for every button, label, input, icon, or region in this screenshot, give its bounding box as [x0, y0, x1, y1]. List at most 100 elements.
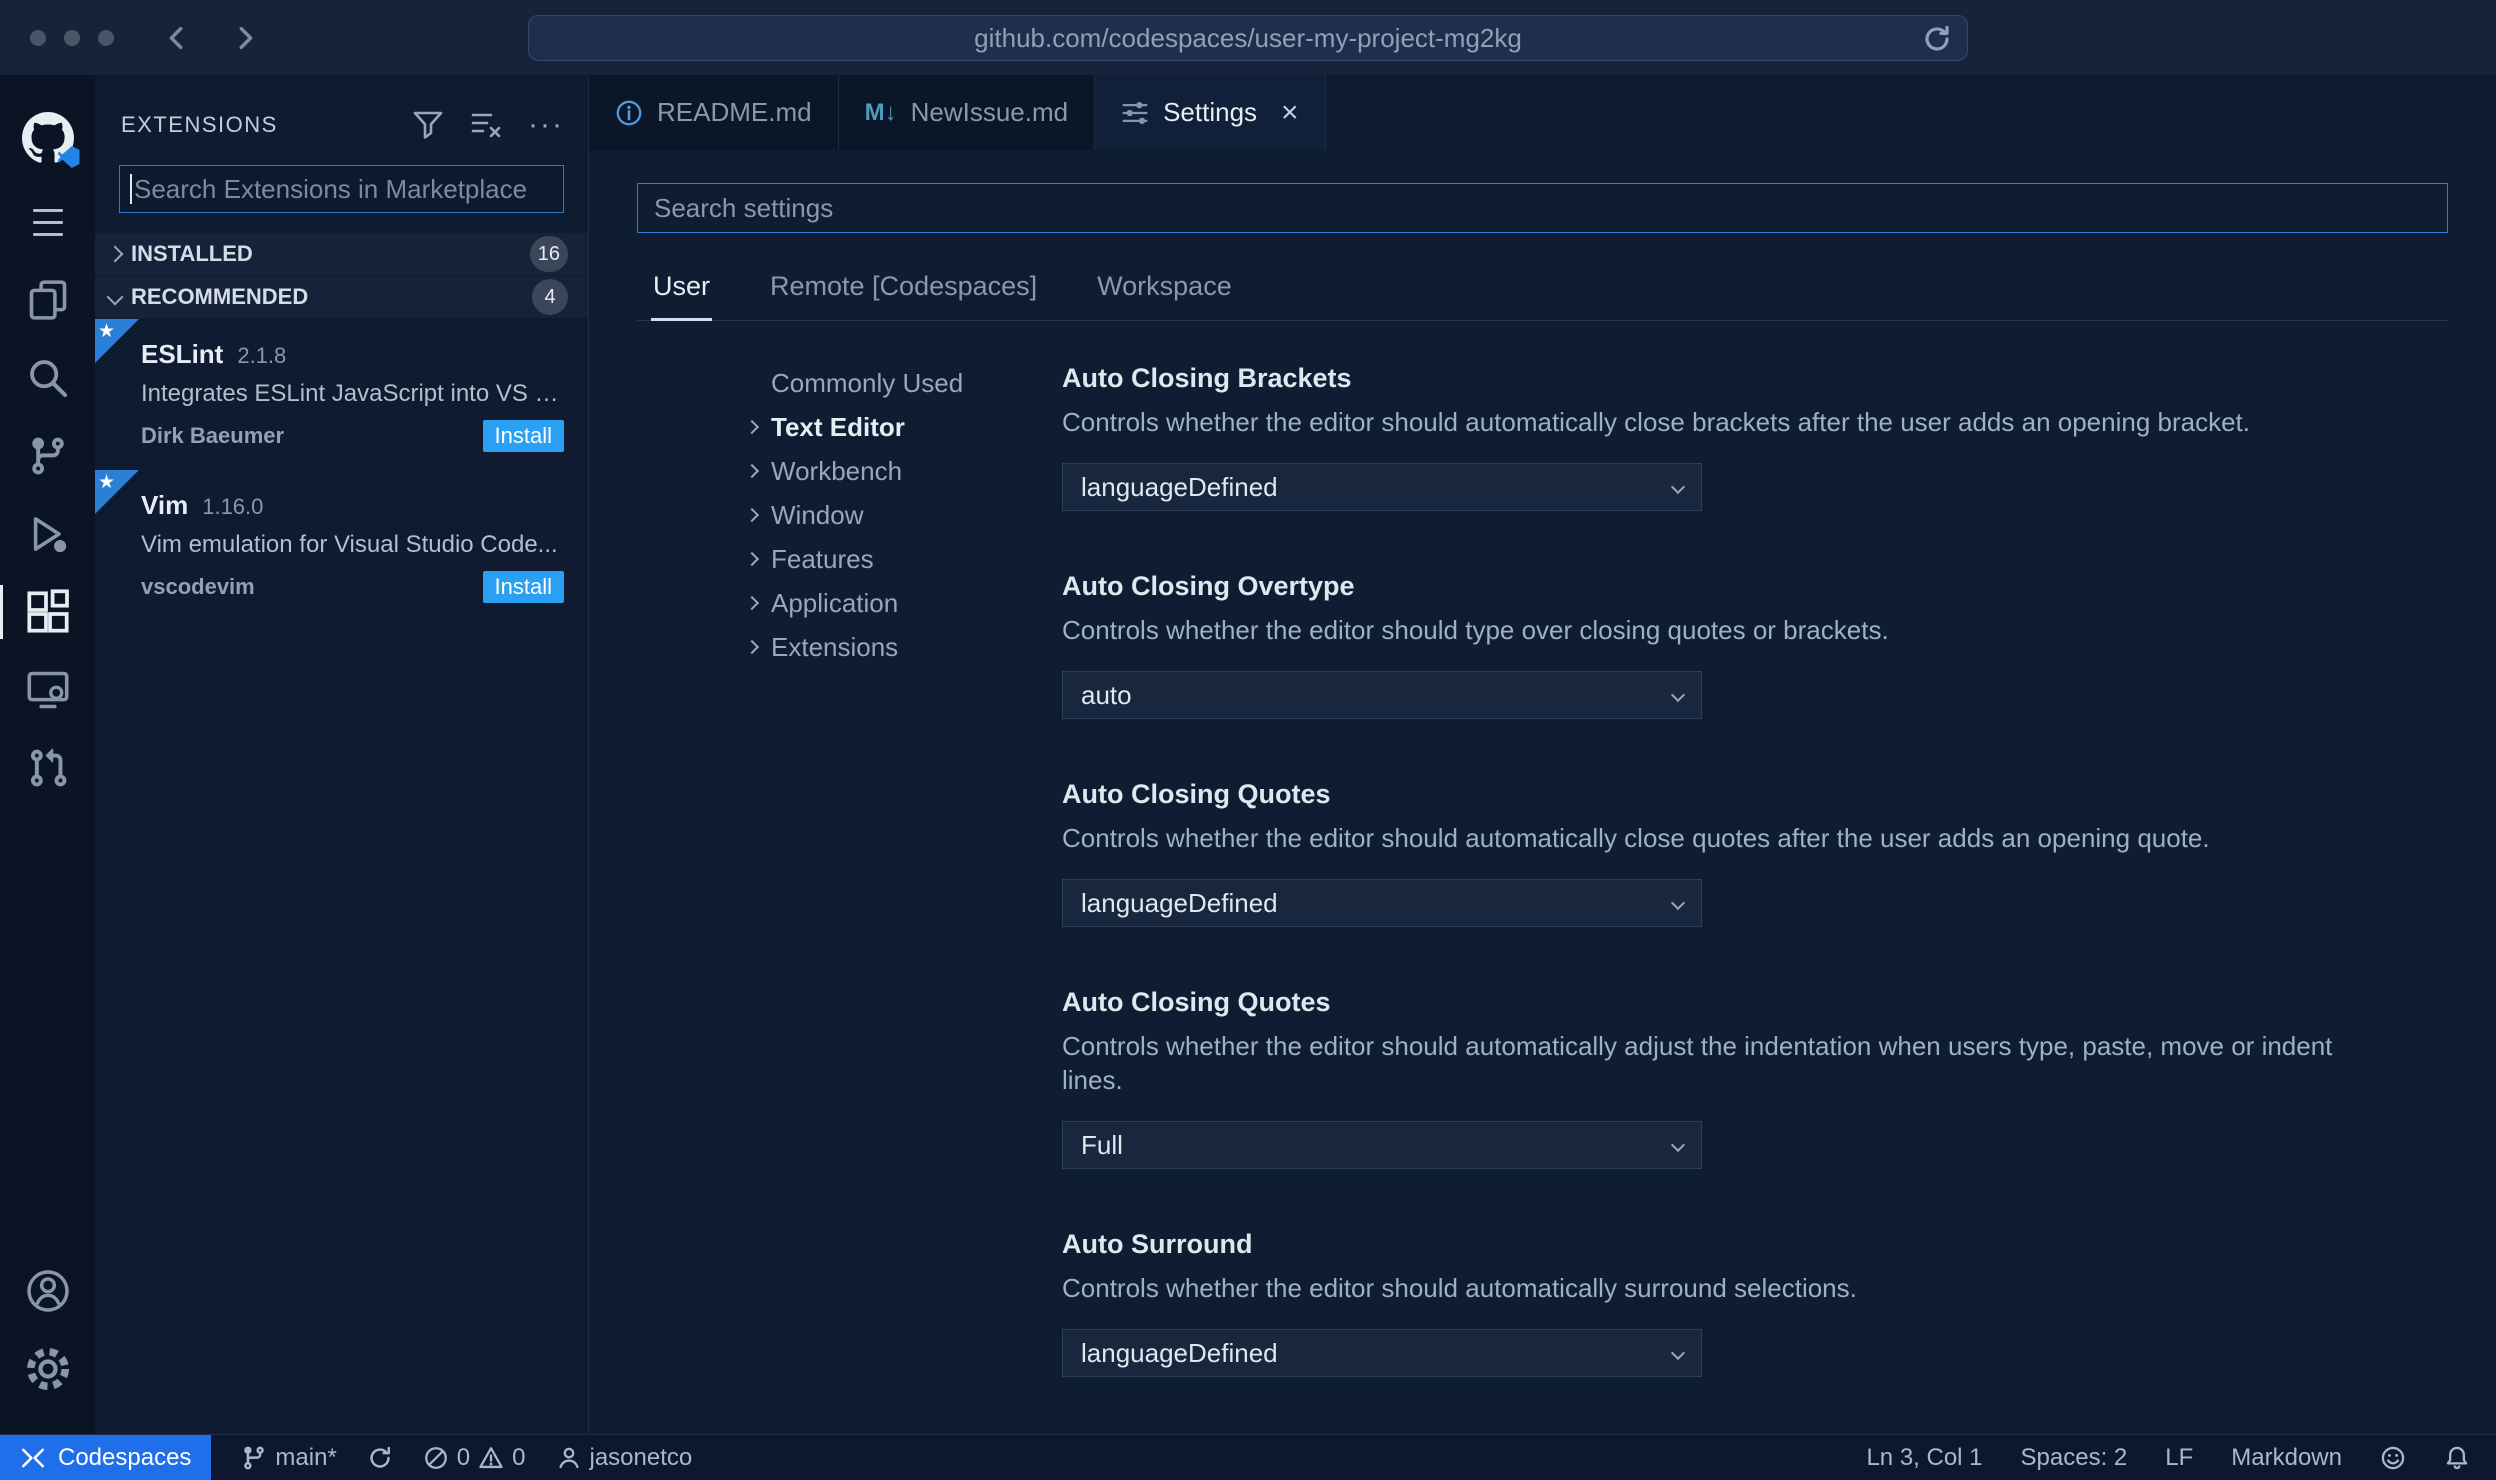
- setting-entry: Auto Closing Brackets Controls whether t…: [1062, 361, 2400, 511]
- github-octocat-icon: [21, 112, 80, 168]
- remote-explorer-icon: [27, 671, 68, 709]
- notifications-button[interactable]: [2444, 1445, 2470, 1471]
- sidebar-item-source-control[interactable]: [0, 417, 95, 495]
- eol-indicator[interactable]: LF: [2165, 1444, 2193, 1472]
- sidebar-item-extensions[interactable]: [0, 573, 95, 651]
- scope-tab-workspace[interactable]: Workspace: [1095, 257, 1234, 320]
- setting-title: Auto Closing Overtype: [1062, 571, 1355, 601]
- clear-extension-search-icon[interactable]: [470, 109, 502, 141]
- toc-features[interactable]: Features: [744, 537, 1062, 581]
- back-icon[interactable]: [162, 23, 192, 53]
- section-installed[interactable]: INSTALLED 16: [95, 233, 588, 275]
- tab-readme[interactable]: README.md: [589, 75, 839, 150]
- markdown-icon: M↓: [864, 98, 897, 126]
- section-label: RECOMMENDED: [131, 284, 309, 309]
- chevron-down-icon: [1670, 687, 1686, 703]
- setting-dropdown[interactable]: languageDefined: [1062, 1329, 1702, 1377]
- feedback-button[interactable]: [2380, 1445, 2406, 1471]
- chevron-down-icon: [1670, 1137, 1686, 1153]
- sync-icon: [370, 1446, 390, 1468]
- setting-dropdown[interactable]: languageDefined: [1062, 463, 1702, 511]
- tab-settings[interactable]: Settings ×: [1095, 75, 1326, 150]
- forward-icon[interactable]: [230, 23, 260, 53]
- extension-list-item[interactable]: ★ Vim 1.16.0 Vim emulation for Visual St…: [95, 470, 588, 621]
- toc-text-editor[interactable]: Text Editor: [744, 405, 1062, 449]
- install-button[interactable]: Install: [482, 420, 564, 452]
- tab-newissue[interactable]: M↓ NewIssue.md: [838, 75, 1096, 150]
- extension-name: ESLint: [141, 339, 224, 369]
- sync-button[interactable]: [367, 1445, 393, 1471]
- user-indicator[interactable]: jasonetco: [556, 1444, 692, 1472]
- scope-tab-user[interactable]: User: [651, 257, 713, 321]
- dropdown-value: Full: [1081, 1129, 1123, 1160]
- toc-label: Workbench: [771, 455, 903, 486]
- filter-icon[interactable]: [412, 109, 444, 141]
- chevron-down-icon: [1670, 895, 1686, 911]
- section-recommended[interactable]: RECOMMENDED 4: [95, 276, 588, 318]
- setting-description: Controls whether the editor should type …: [1062, 615, 1889, 645]
- sidebar-item-run-debug[interactable]: [0, 495, 95, 573]
- window-minimize-button[interactable]: [64, 29, 80, 46]
- toc-application[interactable]: Application: [744, 581, 1062, 625]
- setting-dropdown[interactable]: Full: [1062, 1121, 1702, 1169]
- sidebar-item-search[interactable]: [0, 339, 95, 417]
- sidebar-item-pull-requests[interactable]: [0, 729, 95, 807]
- toc-label: Text Editor: [771, 411, 905, 442]
- menu-button[interactable]: [0, 183, 95, 261]
- toc-label: Application: [771, 587, 899, 618]
- toc-window[interactable]: Window: [744, 493, 1062, 537]
- close-icon[interactable]: ×: [1281, 97, 1299, 128]
- toc-commonly-used[interactable]: Commonly Used: [747, 361, 1062, 405]
- sidebar-item-explorer[interactable]: [0, 261, 95, 339]
- more-actions-icon[interactable]: ···: [528, 110, 564, 140]
- remote-indicator-icon: [21, 1448, 45, 1467]
- chevron-right-icon: [744, 551, 760, 567]
- chevron-right-icon: [744, 463, 760, 479]
- window-controls[interactable]: [30, 29, 114, 46]
- indentation[interactable]: Spaces: 2: [2021, 1444, 2128, 1472]
- window-maximize-button[interactable]: [98, 29, 114, 46]
- language-mode[interactable]: Markdown: [2231, 1444, 2342, 1472]
- branch-indicator[interactable]: main*: [241, 1444, 337, 1472]
- settings-list: Auto Closing Brackets Controls whether t…: [1062, 361, 2448, 1434]
- source-control-icon: [31, 437, 64, 475]
- toc-extensions[interactable]: Extensions: [744, 625, 1062, 669]
- info-icon: [616, 100, 642, 125]
- extensions-search-input[interactable]: [134, 173, 563, 205]
- warnings-count: 0: [512, 1443, 526, 1471]
- tab-label: NewIssue.md: [910, 97, 1069, 127]
- extension-list-item[interactable]: ★ ESLint 2.1.8 Integrates ESLint JavaScr…: [95, 319, 588, 470]
- problems-indicator[interactable]: 0 0: [423, 1444, 526, 1472]
- scope-tab-remote[interactable]: Remote [Codespaces]: [768, 257, 1039, 320]
- bell-icon: [2446, 1446, 2468, 1469]
- window-close-button[interactable]: [30, 29, 46, 46]
- settings-gear-button[interactable]: [0, 1330, 95, 1408]
- settings-search-input[interactable]: [637, 183, 2448, 233]
- setting-title: Auto Surround: [1062, 1229, 1253, 1259]
- setting-dropdown[interactable]: auto: [1062, 671, 1702, 719]
- cursor-position[interactable]: Ln 3, Col 1: [1866, 1444, 1982, 1472]
- setting-description: Controls whether the editor should autom…: [1062, 1273, 1857, 1303]
- editor-tabstrip: README.md M↓ NewIssue.md Settings ×: [589, 75, 2496, 150]
- account-button[interactable]: [0, 1252, 95, 1330]
- codespaces-remote-button[interactable]: Codespaces: [0, 1435, 212, 1480]
- setting-title: Auto Closing Brackets: [1062, 363, 1352, 393]
- section-label: INSTALLED: [131, 241, 253, 266]
- browser-window: github.com/codespaces/user-my-project-mg…: [0, 0, 2496, 1480]
- install-button[interactable]: Install: [482, 571, 564, 603]
- toc-workbench[interactable]: Workbench: [744, 449, 1062, 493]
- editor-area: README.md M↓ NewIssue.md Settings × User…: [589, 75, 2496, 1434]
- app-body: EXTENSIONS ··· INSTALLED 16: [0, 75, 2496, 1434]
- settings-toc: Commonly Used Text Editor Workbench Wind…: [744, 361, 1062, 1434]
- settings-scope-tabs: User Remote [Codespaces] Workspace: [637, 257, 2448, 321]
- sidebar-item-remote-explorer[interactable]: [0, 651, 95, 729]
- chevron-right-icon: [744, 639, 760, 655]
- reload-icon[interactable]: [1921, 23, 1953, 55]
- setting-dropdown[interactable]: languageDefined: [1062, 879, 1702, 927]
- toc-label: Features: [771, 543, 874, 574]
- url-bar[interactable]: github.com/codespaces/user-my-project-mg…: [528, 15, 1968, 61]
- run-debug-icon: [33, 517, 66, 553]
- settings-sliders-icon: [1122, 101, 1148, 124]
- extensions-search-box[interactable]: [119, 165, 564, 213]
- tab-label: Settings: [1163, 97, 1258, 127]
